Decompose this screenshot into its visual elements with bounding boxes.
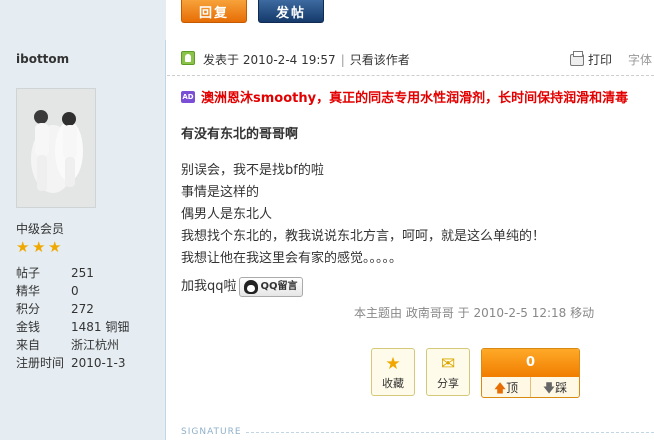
signature-line	[245, 431, 654, 433]
signature-divider: SIGNATURE	[181, 427, 654, 437]
vote-count: 0	[482, 349, 579, 377]
stat-row: 注册时间 2010-1-3	[16, 354, 156, 372]
qq-line: 加我qq啦 QQ留言	[181, 276, 545, 298]
post-header: 发表于 2010-2-4 19:57 | 只看该作者 打印 字体	[167, 40, 654, 76]
downvote-button[interactable]: 🡇踩	[531, 377, 579, 397]
favorite-label: 收藏	[382, 377, 404, 390]
stat-label: 注册时间	[16, 356, 65, 370]
favorite-button[interactable]: ★ 收藏	[371, 348, 415, 396]
avatar-image	[17, 89, 95, 207]
stat-value: 2010-1-3	[71, 356, 126, 370]
star-icon: ★	[16, 238, 30, 256]
stat-label: 金钱	[16, 320, 41, 334]
post-line: 我想让他在我这里会有家的感觉。。。。。	[181, 251, 403, 266]
print-button[interactable]: 打印	[570, 50, 613, 68]
meta-separator: |	[340, 53, 345, 67]
arrow-down-icon: 🡇	[542, 381, 556, 395]
upvote-button[interactable]: 🡅顶	[482, 377, 531, 397]
upvote-label: 顶	[506, 381, 519, 395]
stat-label: 帖子	[16, 266, 41, 280]
printer-icon	[570, 50, 584, 66]
post-line: 别误会，我不是找bf的啦	[181, 163, 324, 178]
stat-value: 251	[71, 266, 94, 280]
post-meta: 发表于 2010-2-4 19:57 | 只看该作者	[203, 51, 410, 68]
new-post-button[interactable]: 发帖	[258, 0, 324, 23]
top-toolbar: 回复 发帖	[0, 0, 654, 40]
post-content: 发表于 2010-2-4 19:57 | 只看该作者 打印 字体 AD 澳洲恩沐sm…	[167, 40, 654, 440]
author-profile: ibottom 中级会员 ★ ★ ★ 帖子 251 精华 0 积分 272 金钱 148…	[0, 40, 166, 440]
signature-label: SIGNATURE	[181, 427, 242, 437]
online-status-icon	[181, 51, 195, 65]
stat-row: 来自 浙江杭州	[16, 336, 156, 354]
vote-box: 0 🡅顶 🡇踩	[481, 348, 580, 398]
stat-label: 积分	[16, 302, 41, 316]
stat-label: 精华	[16, 284, 41, 298]
post-timestamp: 发表于 2010-2-4 19:57	[203, 53, 336, 67]
avatar[interactable]	[16, 88, 96, 208]
stat-row: 积分 272	[16, 300, 156, 318]
stat-value: 1481 铜钿	[71, 320, 130, 334]
ad-badge-icon: AD	[181, 90, 195, 103]
star-icon: ★	[48, 238, 62, 256]
moved-note: 本主题由 政南哥哥 于 2010-2-5 12:18 移动	[354, 306, 595, 320]
toolbar-left-background	[0, 0, 166, 40]
member-rank: 中级会员	[16, 222, 65, 236]
reply-button[interactable]: 回复	[181, 0, 247, 23]
qq-penguin-icon	[243, 280, 258, 294]
stat-value: 浙江杭州	[71, 338, 120, 352]
post-line: 事情是这样的	[181, 185, 260, 200]
vote-actions: 🡅顶 🡇踩	[482, 377, 579, 397]
post-line: 我想找个东北的，教我说说东北方言，呵呵，就是这么单纯的！	[181, 229, 546, 244]
only-author-link[interactable]: 只看该作者	[350, 53, 410, 67]
author-stats: 帖子 251 精华 0 积分 272 金钱 1481 铜钿 来自 浙江杭州 注册时间 201…	[16, 264, 156, 372]
author-username[interactable]: ibottom	[16, 52, 69, 66]
qq-message-button[interactable]: QQ留言	[238, 277, 303, 297]
stat-row: 精华 0	[16, 282, 156, 300]
post-title: 有没有东北的哥哥啊	[181, 127, 299, 142]
star-icon: ★	[385, 354, 401, 374]
arrow-up-icon: 🡅	[493, 381, 507, 395]
envelope-icon: ✉	[440, 354, 456, 374]
qq-text: 加我qq啦	[181, 279, 237, 294]
stat-row: 帖子 251	[16, 264, 156, 282]
downvote-label: 踩	[555, 381, 568, 395]
stat-value: 272	[71, 302, 94, 316]
post-line: 偶男人是东北人	[181, 207, 273, 222]
print-label: 打印	[588, 53, 613, 67]
ad-text[interactable]: 澳洲恩沐smoothy，真正的同志专用水性润滑剂，长时间保持润滑和清毒	[201, 87, 628, 106]
star-icon: ★	[32, 238, 46, 256]
share-label: 分享	[437, 377, 459, 390]
post-body: 别误会，我不是找bf的啦 事情是这样的 偶男人是东北人 我想找个东北的，教我说说…	[181, 160, 545, 298]
stat-label: 来自	[16, 338, 41, 352]
stat-row: 金钱 1481 铜钿	[16, 318, 156, 336]
font-size-control[interactable]: 字体	[628, 51, 652, 68]
rank-stars: ★ ★ ★	[16, 240, 63, 255]
ad-banner[interactable]: AD 澳洲恩沐smoothy，真正的同志专用水性润滑剂，长时间保持润滑和清毒	[181, 87, 628, 106]
stat-value: 0	[71, 284, 79, 298]
qq-button-label: QQ留言	[260, 281, 298, 292]
share-button[interactable]: ✉ 分享	[426, 348, 470, 396]
